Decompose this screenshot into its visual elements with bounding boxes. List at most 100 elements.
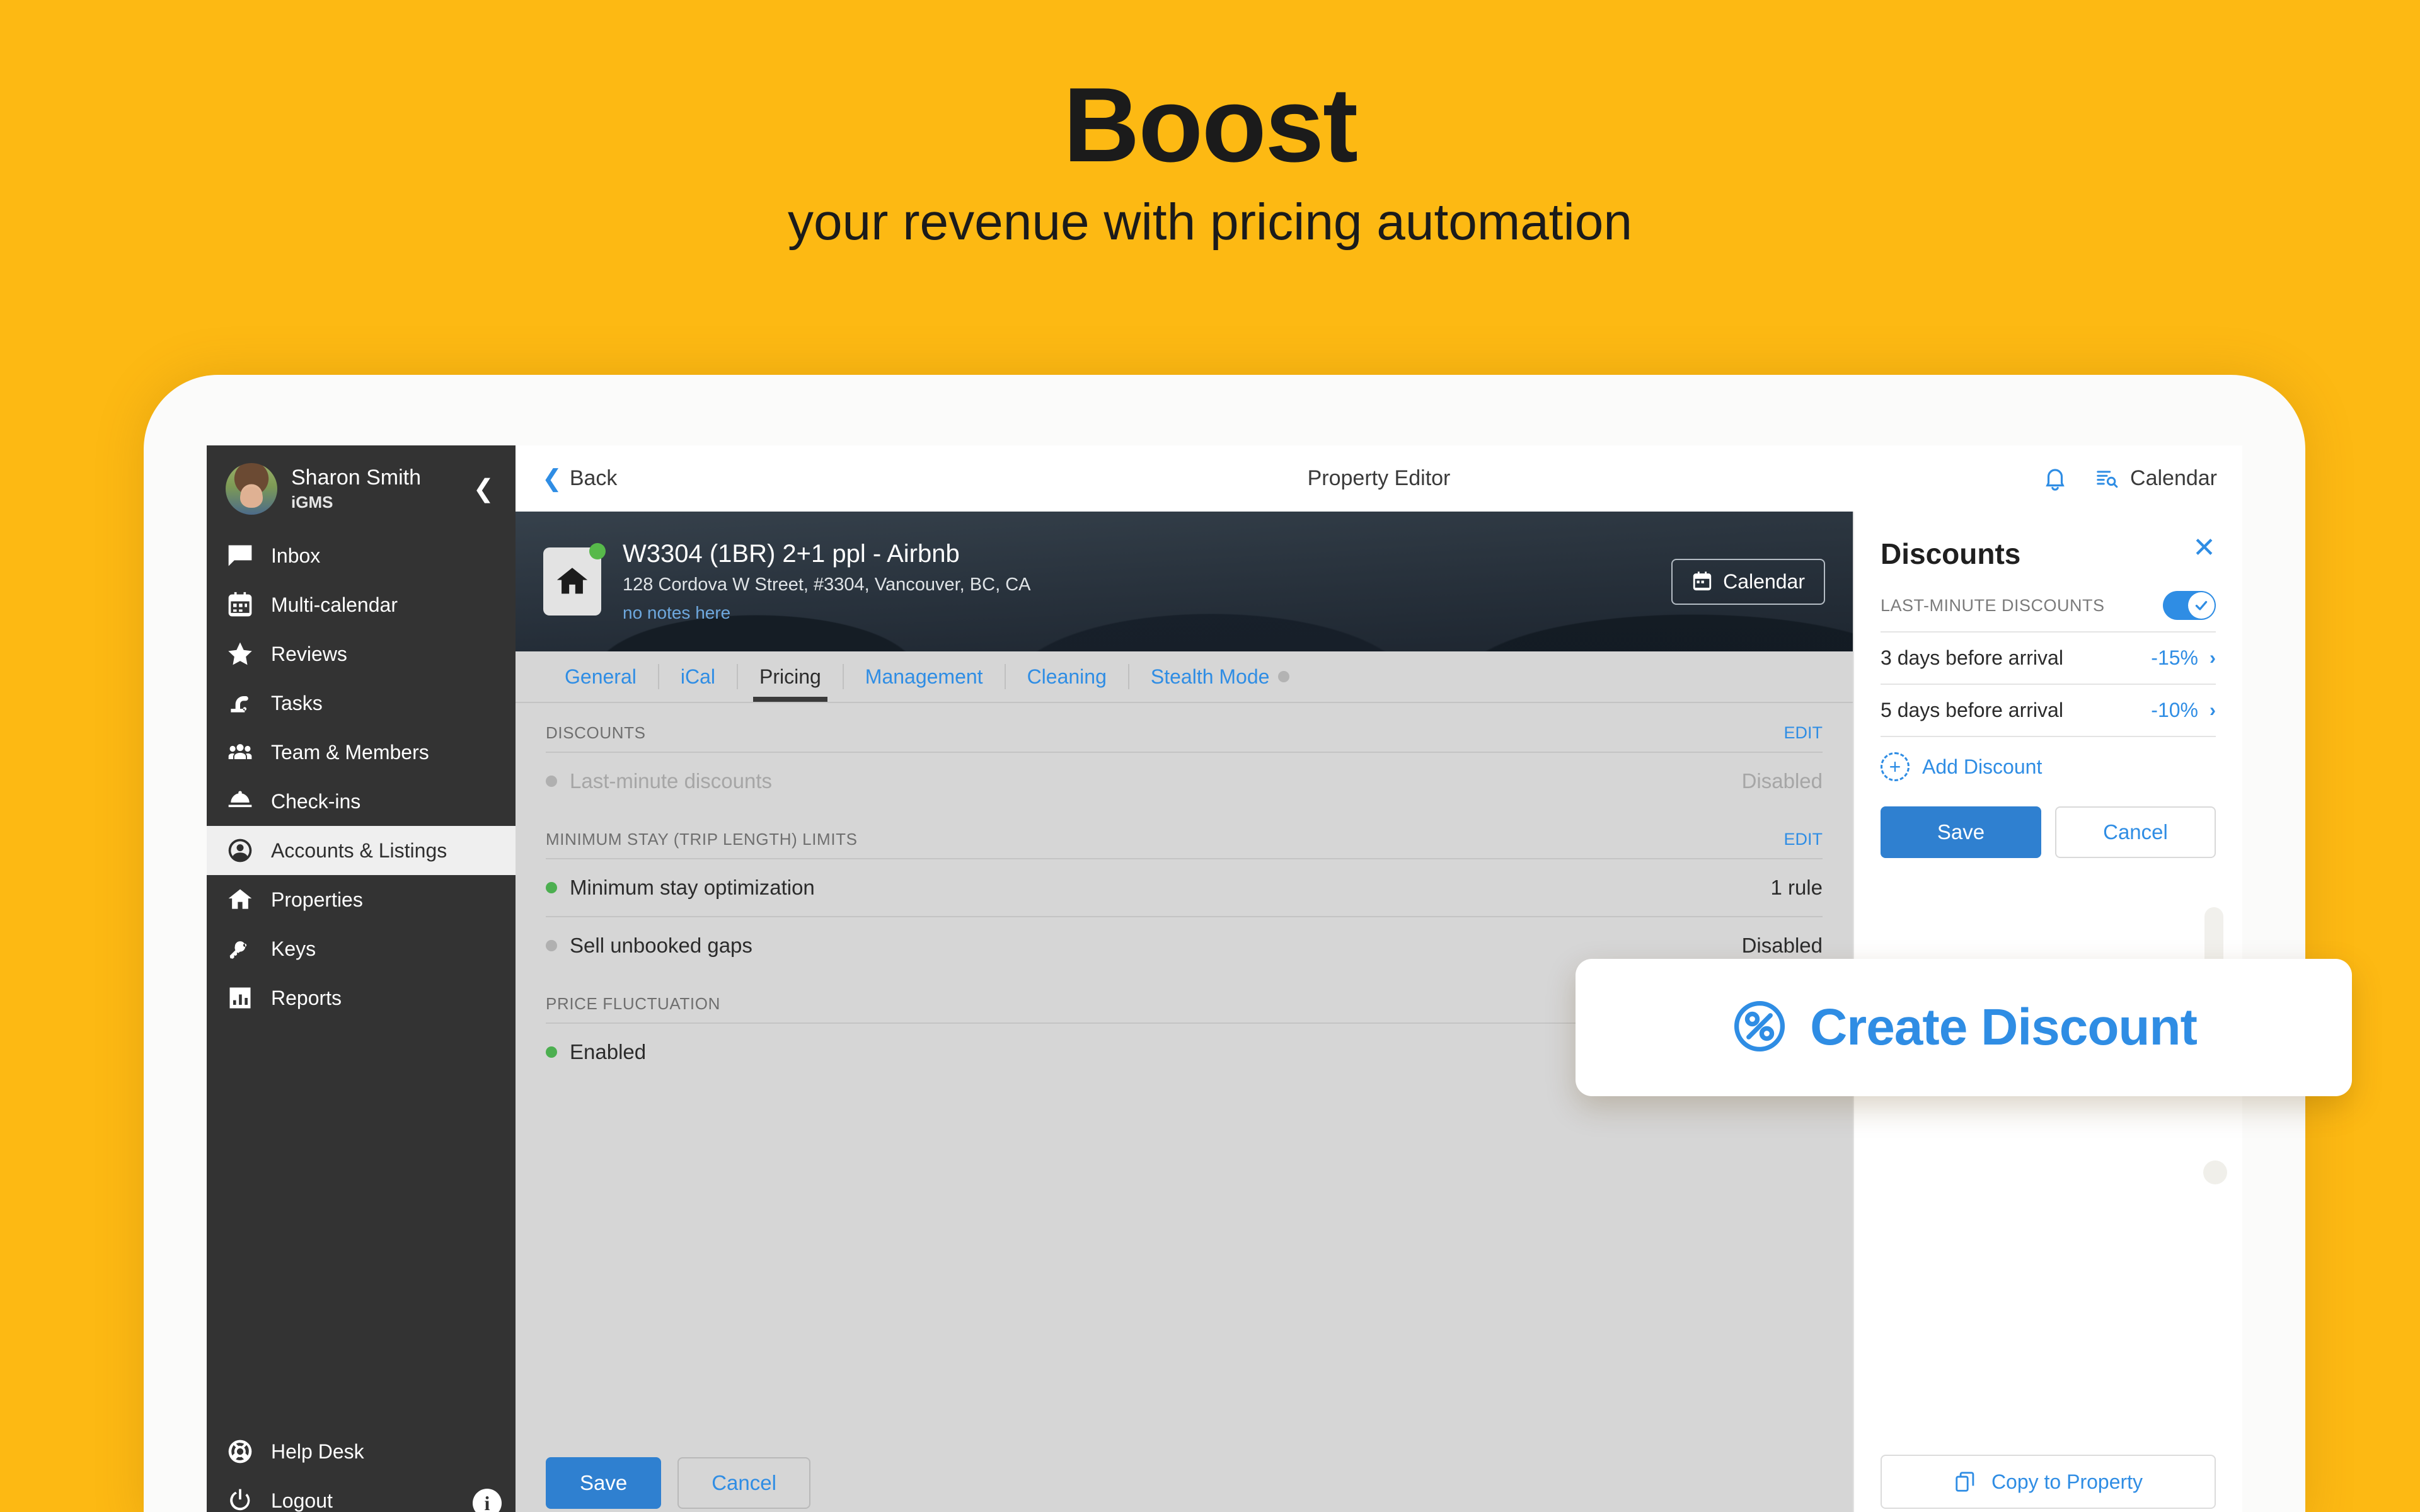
drawer-footer: Copy to Property (1881, 1455, 2216, 1512)
back-button-label: Back (569, 466, 618, 490)
check-icon (2188, 592, 2215, 619)
stealth-mode-dot-icon (1278, 671, 1290, 682)
save-button[interactable]: Save (546, 1457, 662, 1509)
add-discount-label: Add Discount (1922, 755, 2043, 778)
edit-minimum-stay-button[interactable]: EDIT (1783, 830, 1823, 849)
tablet-frame: Sharon Smith iGMS ❮ Inbox Multi-calendar… (144, 375, 2305, 1512)
calendar-grid-icon (226, 590, 255, 619)
discount-value: -10% (2151, 699, 2198, 721)
tab-general[interactable]: General (543, 651, 658, 702)
setting-value: 1 rule (1770, 876, 1823, 899)
section-title: MINIMUM STAY (TRIP LENGTH) LIMITS (546, 830, 858, 849)
copy-to-property-button[interactable]: Copy to Property (1881, 1455, 2216, 1509)
discount-row[interactable]: 5 days before arrival -10% › (1881, 684, 2216, 736)
discount-row[interactable]: 3 days before arrival -15% › (1881, 631, 2216, 684)
sidebar-item-label: Help Desk (271, 1440, 364, 1463)
section-title: PRICE FLUCTUATION (546, 994, 720, 1013)
sidebar-item-accounts-listings[interactable]: Accounts & Listings (207, 826, 516, 875)
chat-bubble-icon (226, 541, 255, 570)
key-icon (226, 934, 255, 963)
sidebar-item-label: Properties (271, 888, 363, 911)
edit-discounts-button[interactable]: EDIT (1783, 723, 1823, 743)
tab-pricing[interactable]: Pricing (738, 651, 843, 702)
hero-title: Boost (1063, 66, 1358, 184)
toggle-label: LAST-MINUTE DISCOUNTS (1881, 595, 2105, 615)
topbar-actions: Calendar (2042, 466, 2217, 492)
property-calendar-label: Calendar (1723, 570, 1805, 593)
discount-label: 5 days before arrival (1881, 699, 2063, 721)
copy-to-property-label: Copy to Property (1991, 1470, 2143, 1493)
drawer-title: Discounts (1881, 537, 2021, 570)
chevron-left-icon[interactable]: ❮ (468, 476, 499, 501)
sidebar-user-block[interactable]: Sharon Smith iGMS ❮ (207, 445, 516, 531)
setting-label: Enabled (570, 1040, 647, 1063)
status-dot (546, 1046, 557, 1058)
app-topbar: ❮ Back Property Editor Calendar (516, 445, 2242, 512)
add-discount-button[interactable]: + Add Discount (1881, 736, 2216, 786)
sidebar: Sharon Smith iGMS ❮ Inbox Multi-calendar… (207, 445, 516, 1512)
sidebar-item-logout[interactable]: Logout (207, 1476, 516, 1512)
back-button[interactable]: ❮ Back (542, 466, 617, 491)
sidebar-item-label: Tasks (271, 691, 323, 714)
sidebar-item-label: Logout (271, 1489, 333, 1512)
sidebar-item-label: Accounts & Listings (271, 839, 447, 862)
sidebar-item-properties[interactable]: Properties (207, 875, 516, 924)
bell-icon[interactable] (2042, 466, 2068, 492)
setting-row[interactable]: Last-minute discounts Disabled (546, 752, 1823, 810)
sidebar-bottom-nav: Help Desk Logout i (207, 1427, 516, 1512)
sidebar-item-label: Reports (271, 986, 342, 1009)
tab-management[interactable]: Management (844, 651, 1005, 702)
sidebar-item-label: Team & Members (271, 740, 429, 764)
section-header-minimum-stay: MINIMUM STAY (TRIP LENGTH) LIMITS EDIT (546, 810, 1823, 858)
status-dot (546, 882, 557, 893)
setting-value: Disabled (1741, 934, 1823, 957)
calendar-search-button[interactable]: Calendar (2094, 466, 2217, 491)
sidebar-item-label: Keys (271, 937, 316, 960)
user-circle-icon (226, 836, 255, 865)
sidebar-item-multi-calendar[interactable]: Multi-calendar (207, 580, 516, 629)
sidebar-item-tasks[interactable]: Tasks (207, 679, 516, 728)
sidebar-item-help-desk[interactable]: Help Desk (207, 1427, 516, 1476)
service-bell-icon (226, 787, 255, 816)
property-calendar-button[interactable]: Calendar (1671, 558, 1825, 605)
drawer-cancel-button[interactable]: Cancel (2055, 806, 2216, 858)
cancel-button[interactable]: Cancel (677, 1457, 810, 1509)
sidebar-item-keys[interactable]: Keys (207, 924, 516, 973)
section-header-discounts: DISCOUNTS EDIT (546, 703, 1823, 752)
tab-stealth-mode[interactable]: Stealth Mode (1129, 651, 1311, 702)
property-notes-link[interactable]: no notes here (623, 603, 1030, 623)
discount-value: -15% (2151, 646, 2198, 669)
sidebar-item-label: Inbox (271, 544, 321, 567)
sidebar-item-check-ins[interactable]: Check-ins (207, 777, 516, 826)
property-icon (543, 543, 606, 616)
property-header: W3304 (1BR) 2+1 ppl - Airbnb 128 Cordova… (516, 512, 1853, 651)
sidebar-item-label: Check-ins (271, 789, 361, 813)
user-org: iGMS (291, 492, 333, 512)
chevron-right-icon: › (2210, 647, 2216, 668)
plus-circle-icon: + (1881, 752, 1910, 781)
sidebar-item-inbox[interactable]: Inbox (207, 531, 516, 580)
last-minute-discounts-toggle[interactable] (2163, 591, 2216, 620)
status-dot (589, 543, 606, 559)
close-icon[interactable]: ✕ (2192, 534, 2216, 561)
setting-row[interactable]: Minimum stay optimization 1 rule (546, 858, 1823, 916)
sidebar-item-reviews[interactable]: Reviews (207, 629, 516, 679)
center-footer-actions: Save Cancel (516, 1441, 1853, 1512)
pricing-tabs: General iCal Pricing Management Cleaning (516, 651, 1853, 703)
tab-cleaning[interactable]: Cleaning (1006, 651, 1128, 702)
chevron-left-icon: ❮ (542, 465, 562, 492)
discount-label: 3 days before arrival (1881, 646, 2063, 669)
life-ring-icon (226, 1437, 255, 1466)
people-group-icon (226, 738, 255, 767)
create-discount-callout[interactable]: Create Discount (1576, 959, 2352, 1096)
page-title: Property Editor (1307, 466, 1451, 490)
tab-ical[interactable]: iCal (659, 651, 737, 702)
drawer-save-button[interactable]: Save (1881, 806, 2041, 858)
hero-subtitle: your revenue with pricing automation (787, 193, 1633, 251)
sidebar-item-reports[interactable]: Reports (207, 973, 516, 1022)
sidebar-item-team-members[interactable]: Team & Members (207, 728, 516, 777)
property-address: 128 Cordova W Street, #3304, Vancouver, … (623, 575, 1031, 595)
status-dot (546, 940, 557, 951)
drawer-header: Discounts ✕ (1881, 534, 2216, 571)
